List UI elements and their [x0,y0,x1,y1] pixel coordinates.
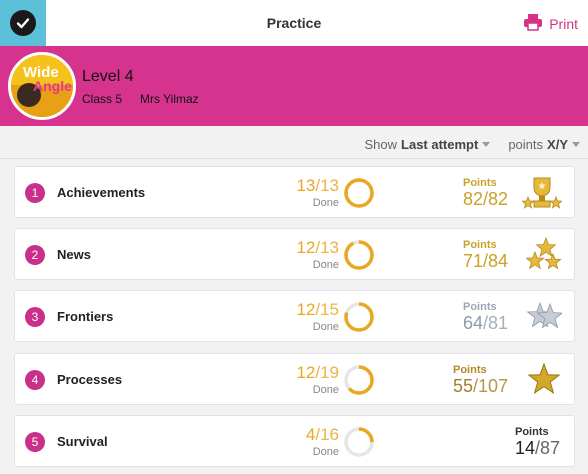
done-value: 12 [296,363,316,382]
points-earned: 55 [453,376,474,396]
points-label: Points [463,239,497,251]
points-earned: 71 [463,251,484,271]
unit-title: Processes [57,372,123,387]
unit-row[interactable]: 4 Processes 12/19 Done Points 55/107 [14,353,575,405]
class-name: Class 5 [82,92,123,106]
chevron-down-icon [482,142,491,147]
attempt-filter[interactable]: Show Last attempt [365,137,491,152]
unit-title: News [57,247,91,262]
done-label: Done [312,197,339,209]
done-total: /13 [315,176,339,195]
done-value: 12 [296,238,316,257]
done-label: Done [312,321,339,333]
done-total: /16 [315,425,339,444]
page-title: Practice [266,15,322,31]
unit-row[interactable]: 3 Frontiers 12/15 Done Points 64/81 [14,290,575,342]
done-count: 12/19 Done [285,364,339,397]
done-value: 4 [305,425,316,444]
unit-row[interactable]: 5 Survival 4/16 Done Points 14/87 [14,415,575,467]
points-block: Points 14/87 [515,426,560,458]
done-label: Done [312,259,339,271]
points-block: Points 55/107 [453,364,508,396]
progress-ring [343,426,375,463]
points-earned: 82 [463,189,484,209]
points-label: Points [453,364,487,376]
unit-row[interactable]: 1 Achievements 13/13 Done Points 82/82 [14,166,575,218]
points-label: Points [515,426,549,438]
points-block: Points 82/82 [463,177,508,209]
progress-ring [343,177,375,214]
points-value: 64/81 [463,313,508,333]
points-label: Points [463,301,497,313]
star-icon [526,362,562,401]
done-fraction: 13/13 [285,177,339,195]
done-total: /13 [315,238,339,257]
course-logo: Wide Angle [8,52,76,120]
unit-title: Survival [57,434,108,449]
points-value: 55/107 [453,376,508,396]
top-bar: Practice Print [0,0,588,46]
points-total: /107 [473,376,509,396]
unit-number-badge: 1 [25,183,45,203]
print-label: Print [549,15,578,32]
printer-icon [523,13,543,34]
done-total: /19 [315,363,339,382]
print-button[interactable]: Print [523,13,578,34]
points-earned: 14 [515,438,536,458]
progress-ring [343,364,375,401]
unit-number-badge: 2 [25,245,45,265]
trophy-icon [521,175,563,216]
done-fraction: 12/19 [285,364,339,382]
done-total: /15 [315,300,339,319]
points-total: /87 [535,438,561,458]
filter-bar: Show Last attempt points X/Y [365,137,580,152]
teacher-name: Mrs Yilmaz [140,92,199,106]
points-earned: 64 [463,313,484,333]
points-filter[interactable]: points X/Y [508,137,580,152]
done-fraction: 4/16 [285,426,339,444]
unit-title: Frontiers [57,309,114,324]
course-banner: Wide Angle Level 4 Class 5 Mrs Yilmaz [0,46,588,126]
chevron-down-icon [572,142,580,147]
progress-ring [343,301,375,338]
points-total: /84 [483,251,509,271]
done-value: 13 [296,176,316,195]
done-count: 12/13 Done [285,239,339,272]
points-format-label: points [508,137,544,152]
done-fraction: 12/13 [285,239,339,257]
points-label: Points [463,177,497,189]
unit-number-badge: 4 [25,370,45,390]
two-stars-icon [526,299,564,338]
done-fraction: 12/15 [285,301,339,319]
done-label: Done [312,384,339,396]
done-count: 13/13 Done [285,177,339,210]
unit-title: Achievements [57,185,146,200]
points-value: 71/84 [463,251,508,271]
points-value: 14/87 [515,438,560,458]
divider [0,158,588,159]
three-stars-icon [525,236,562,276]
level-title: Level 4 [82,68,134,85]
points-block: Points 71/84 [463,239,508,271]
show-label: Show [364,137,398,152]
points-total: /82 [483,189,509,209]
done-label: Done [312,446,339,458]
points-format-value: X/Y [547,137,568,152]
points-total: /81 [483,313,509,333]
show-value: Last attempt [401,137,479,152]
points-block: Points 64/81 [463,301,508,333]
svg-text:Angle: Angle [33,78,72,94]
unit-number-badge: 5 [25,432,45,452]
unit-row[interactable]: 2 News 12/13 Done Points 71/84 [14,228,575,280]
done-count: 12/15 Done [285,301,339,334]
points-value: 82/82 [463,189,508,209]
done-count: 4/16 Done [285,426,339,459]
done-value: 12 [296,300,316,319]
unit-number-badge: 3 [25,307,45,327]
progress-ring [343,239,375,276]
